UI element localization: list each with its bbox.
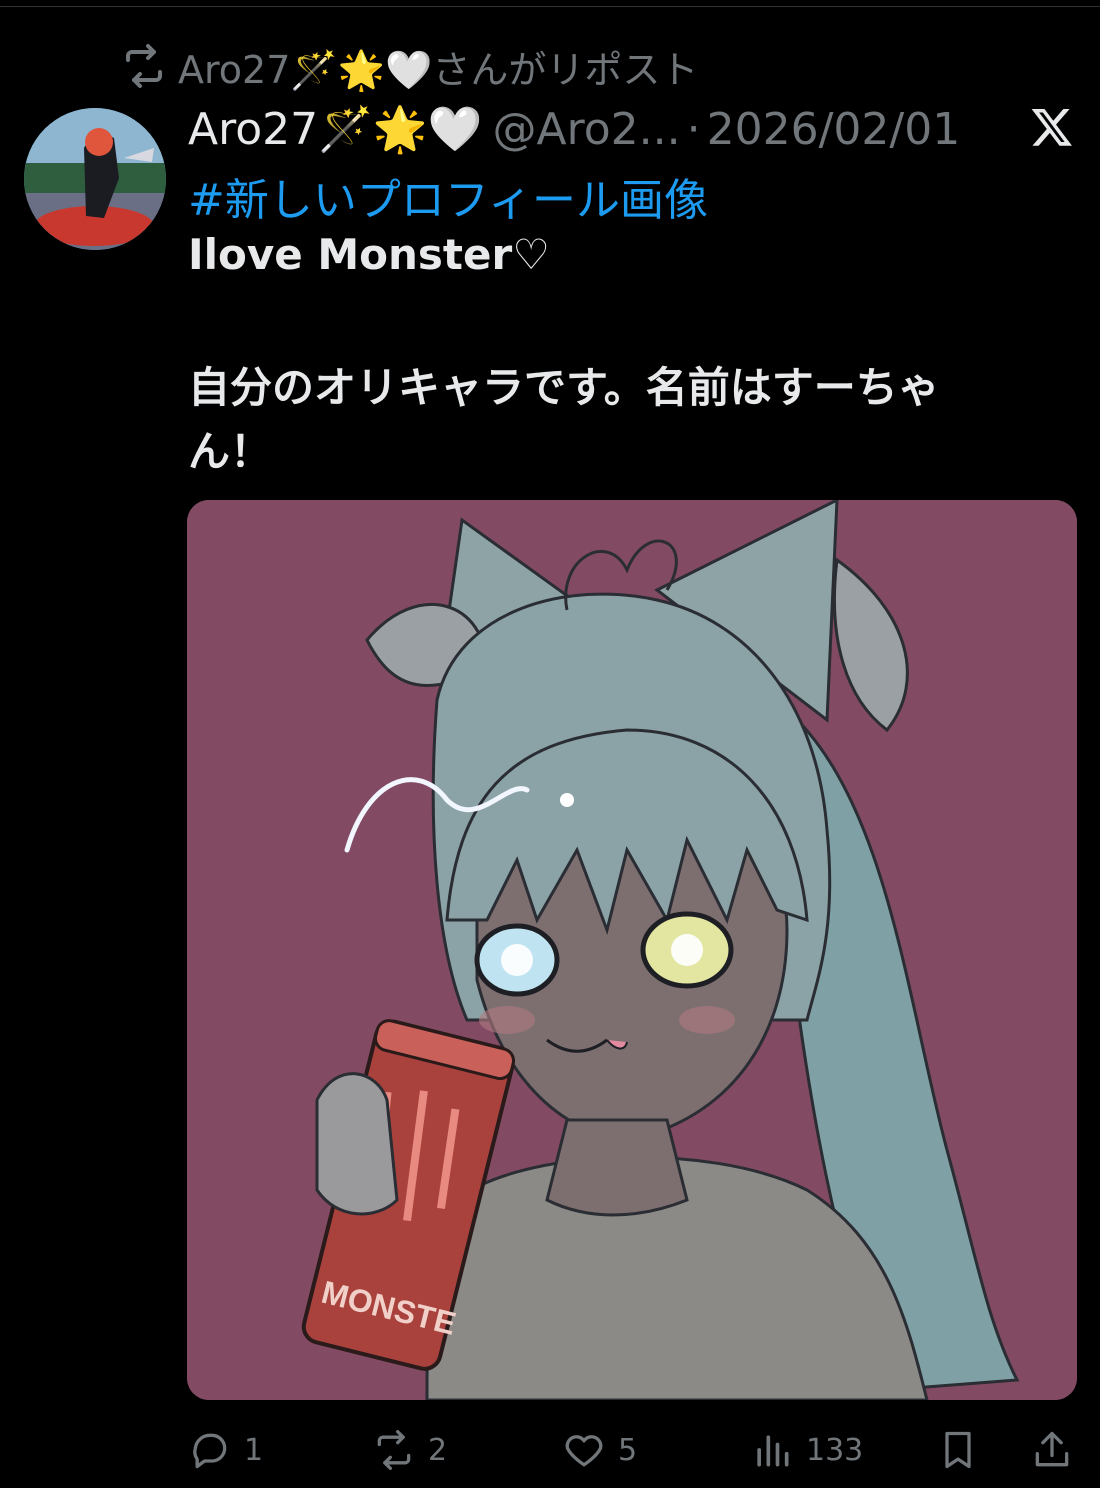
repost-button[interactable]: 2	[372, 1428, 447, 1472]
heart-icon	[565, 1435, 603, 1467]
avatar[interactable]	[24, 108, 166, 250]
post-image[interactable]: MONSTE	[187, 500, 1077, 1400]
reply-icon	[193, 1433, 227, 1469]
repost-label: Aro27🪄🌟🤍さんがリポスト	[178, 47, 699, 92]
bookmark-icon	[945, 1431, 971, 1469]
action-bar: 1 2 5 133	[0, 1418, 1100, 1478]
view-count: 133	[806, 1432, 864, 1468]
hashtag-link[interactable]: #新しいプロフィール画像	[188, 164, 708, 228]
character-illustration: MONSTE	[187, 500, 1077, 1400]
repost-action-icon	[377, 1430, 411, 1470]
share-icon	[1035, 1431, 1069, 1467]
separator-dot: ·	[686, 103, 701, 155]
share-button[interactable]	[1030, 1428, 1074, 1472]
post-text-line-3: ん！	[188, 427, 273, 476]
post-text-line-1: Ilove Monster♡	[188, 230, 550, 279]
avatar-image	[24, 108, 166, 250]
views-button[interactable]: 133	[750, 1428, 863, 1472]
views-icon	[757, 1435, 789, 1467]
reply-button[interactable]: 1	[188, 1428, 263, 1472]
post-text-line-2: 自分のオリキャラです。名前はすーちゃ	[188, 363, 940, 412]
like-count: 5	[618, 1432, 638, 1468]
top-divider	[0, 6, 1100, 7]
repost-context[interactable]: Aro27🪄🌟🤍さんがリポスト	[120, 40, 698, 92]
x-logo-icon[interactable]	[1030, 104, 1074, 150]
post-header: Aro27🪄🌟🤍 @Aro2... · 2026/02/01	[188, 98, 1088, 160]
repost-count: 2	[428, 1432, 448, 1468]
repost-icon	[126, 44, 162, 88]
reply-count: 1	[244, 1432, 264, 1468]
author-handle[interactable]: @Aro2...	[493, 104, 681, 155]
author-name[interactable]: Aro27🪄🌟🤍	[188, 103, 483, 155]
post-date[interactable]: 2026/02/01	[707, 104, 961, 155]
bookmark-button[interactable]	[936, 1428, 980, 1472]
like-button[interactable]: 5	[562, 1428, 637, 1472]
